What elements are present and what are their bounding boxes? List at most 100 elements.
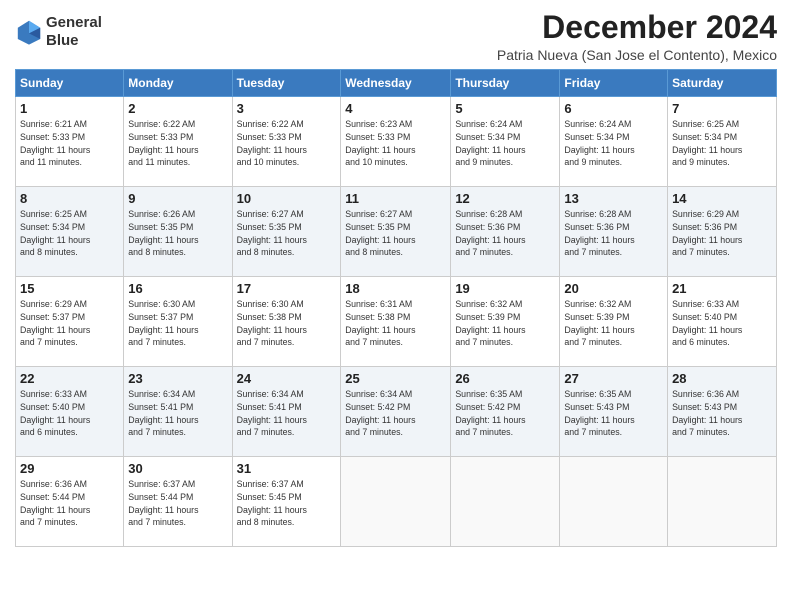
day-info: Sunrise: 6:32 AM Sunset: 5:39 PM Dayligh… xyxy=(455,298,555,349)
table-row: 20 Sunrise: 6:32 AM Sunset: 5:39 PM Dayli… xyxy=(560,277,668,367)
day-info: Sunrise: 6:29 AM Sunset: 5:37 PM Dayligh… xyxy=(20,298,119,349)
day-info: Sunrise: 6:28 AM Sunset: 5:36 PM Dayligh… xyxy=(564,208,663,259)
logo-line1: General xyxy=(46,14,102,32)
week-row-4: 22 Sunrise: 6:33 AM Sunset: 5:40 PM Dayli… xyxy=(16,367,777,457)
table-row xyxy=(341,457,451,547)
week-row-2: 8 Sunrise: 6:25 AM Sunset: 5:34 PM Daylig… xyxy=(16,187,777,277)
day-number: 31 xyxy=(237,461,337,476)
table-row: 27Sunrise: 6:35 AM Sunset: 5:43 PM Dayli… xyxy=(560,367,668,457)
day-number: 25 xyxy=(345,371,446,386)
calendar-header-row: Sunday Monday Tuesday Wednesday Thursday… xyxy=(16,70,777,97)
subtitle: Patria Nueva (San Jose el Contento), Mex… xyxy=(497,47,777,63)
day-info: Sunrise: 6:24 AM Sunset: 5:34 PM Dayligh… xyxy=(455,118,555,169)
day-number: 7 xyxy=(672,101,772,116)
day-number: 11 xyxy=(345,191,446,206)
week-row-3: 15 Sunrise: 6:29 AM Sunset: 5:37 PM Dayli… xyxy=(16,277,777,367)
table-row: 18 Sunrise: 6:31 AM Sunset: 5:38 PM Dayli… xyxy=(341,277,451,367)
day-number: 28 xyxy=(672,371,772,386)
table-row: 30Sunrise: 6:37 AM Sunset: 5:44 PM Dayli… xyxy=(124,457,232,547)
table-row: 31 Sunrise: 6:37 AM Sunset: 5:45 PM Dayli… xyxy=(232,457,341,547)
table-row xyxy=(560,457,668,547)
day-info: Sunrise: 6:36 AM Sunset: 5:44 PM Dayligh… xyxy=(20,478,119,529)
day-info: Sunrise: 6:33 AM Sunset: 5:40 PM Dayligh… xyxy=(20,388,119,439)
day-info: Sunrise: 6:26 AM Sunset: 5:35 PM Dayligh… xyxy=(128,208,227,259)
table-row: 22 Sunrise: 6:33 AM Sunset: 5:40 PM Dayli… xyxy=(16,367,124,457)
table-row: 11 Sunrise: 6:27 AM Sunset: 5:35 PM Dayli… xyxy=(341,187,451,277)
table-row: 12 Sunrise: 6:28 AM Sunset: 5:36 PM Dayli… xyxy=(451,187,560,277)
day-info: Sunrise: 6:29 AM Sunset: 5:36 PM Dayligh… xyxy=(672,208,772,259)
day-number: 16 xyxy=(128,281,227,296)
table-row: 5Sunrise: 6:24 AM Sunset: 5:34 PM Daylig… xyxy=(451,97,560,187)
day-info: Sunrise: 6:27 AM Sunset: 5:35 PM Dayligh… xyxy=(237,208,337,259)
day-info: Sunrise: 6:25 AM Sunset: 5:34 PM Dayligh… xyxy=(672,118,772,169)
table-row: 14 Sunrise: 6:29 AM Sunset: 5:36 PM Dayli… xyxy=(668,187,777,277)
col-thursday: Thursday xyxy=(451,70,560,97)
table-row: 17Sunrise: 6:30 AM Sunset: 5:38 PM Dayli… xyxy=(232,277,341,367)
month-title: December 2024 xyxy=(497,10,777,45)
day-info: Sunrise: 6:31 AM Sunset: 5:38 PM Dayligh… xyxy=(345,298,446,349)
day-number: 18 xyxy=(345,281,446,296)
table-row xyxy=(668,457,777,547)
day-number: 14 xyxy=(672,191,772,206)
col-wednesday: Wednesday xyxy=(341,70,451,97)
week-row-1: 1 Sunrise: 6:21 AM Sunset: 5:33 PM Daylig… xyxy=(16,97,777,187)
table-row: 1 Sunrise: 6:21 AM Sunset: 5:33 PM Daylig… xyxy=(16,97,124,187)
day-info: Sunrise: 6:37 AM Sunset: 5:44 PM Dayligh… xyxy=(128,478,227,529)
col-friday: Friday xyxy=(560,70,668,97)
table-row: 7 Sunrise: 6:25 AM Sunset: 5:34 PM Daylig… xyxy=(668,97,777,187)
day-info: Sunrise: 6:21 AM Sunset: 5:33 PM Dayligh… xyxy=(20,118,119,169)
day-number: 2 xyxy=(128,101,227,116)
col-tuesday: Tuesday xyxy=(232,70,341,97)
table-row: 8 Sunrise: 6:25 AM Sunset: 5:34 PM Daylig… xyxy=(16,187,124,277)
day-number: 1 xyxy=(20,101,119,116)
day-info: Sunrise: 6:32 AM Sunset: 5:39 PM Dayligh… xyxy=(564,298,663,349)
day-info: Sunrise: 6:37 AM Sunset: 5:45 PM Dayligh… xyxy=(237,478,337,529)
day-info: Sunrise: 6:36 AM Sunset: 5:43 PM Dayligh… xyxy=(672,388,772,439)
table-row: 19 Sunrise: 6:32 AM Sunset: 5:39 PM Dayli… xyxy=(451,277,560,367)
day-number: 20 xyxy=(564,281,663,296)
day-info: Sunrise: 6:35 AM Sunset: 5:43 PM Dayligh… xyxy=(564,388,663,439)
day-info: Sunrise: 6:27 AM Sunset: 5:35 PM Dayligh… xyxy=(345,208,446,259)
page: General Blue December 2024 Patria Nueva … xyxy=(0,0,792,612)
logo-line2: Blue xyxy=(46,32,102,50)
table-row: 25 Sunrise: 6:34 AM Sunset: 5:42 PM Dayli… xyxy=(341,367,451,457)
title-block: December 2024 Patria Nueva (San Jose el … xyxy=(497,10,777,63)
table-row: 9 Sunrise: 6:26 AM Sunset: 5:35 PM Daylig… xyxy=(124,187,232,277)
day-info: Sunrise: 6:30 AM Sunset: 5:37 PM Dayligh… xyxy=(128,298,227,349)
day-number: 26 xyxy=(455,371,555,386)
day-number: 15 xyxy=(20,281,119,296)
table-row: 6 Sunrise: 6:24 AM Sunset: 5:34 PM Daylig… xyxy=(560,97,668,187)
table-row: 29 Sunrise: 6:36 AM Sunset: 5:44 PM Dayli… xyxy=(16,457,124,547)
table-row: 10 Sunrise: 6:27 AM Sunset: 5:35 PM Dayli… xyxy=(232,187,341,277)
day-info: Sunrise: 6:34 AM Sunset: 5:42 PM Dayligh… xyxy=(345,388,446,439)
day-info: Sunrise: 6:28 AM Sunset: 5:36 PM Dayligh… xyxy=(455,208,555,259)
day-info: Sunrise: 6:23 AM Sunset: 5:33 PM Dayligh… xyxy=(345,118,446,169)
day-info: Sunrise: 6:24 AM Sunset: 5:34 PM Dayligh… xyxy=(564,118,663,169)
table-row: 23Sunrise: 6:34 AM Sunset: 5:41 PM Dayli… xyxy=(124,367,232,457)
table-row xyxy=(451,457,560,547)
calendar-table: Sunday Monday Tuesday Wednesday Thursday… xyxy=(15,69,777,547)
day-number: 21 xyxy=(672,281,772,296)
logo-icon xyxy=(15,18,43,46)
day-info: Sunrise: 6:33 AM Sunset: 5:40 PM Dayligh… xyxy=(672,298,772,349)
day-info: Sunrise: 6:34 AM Sunset: 5:41 PM Dayligh… xyxy=(237,388,337,439)
col-saturday: Saturday xyxy=(668,70,777,97)
table-row: 16 Sunrise: 6:30 AM Sunset: 5:37 PM Dayli… xyxy=(124,277,232,367)
day-number: 17 xyxy=(237,281,337,296)
logo-text: General Blue xyxy=(46,14,102,50)
day-number: 9 xyxy=(128,191,227,206)
table-row: 4Sunrise: 6:23 AM Sunset: 5:33 PM Daylig… xyxy=(341,97,451,187)
logo: General Blue xyxy=(15,14,102,50)
day-number: 6 xyxy=(564,101,663,116)
day-number: 10 xyxy=(237,191,337,206)
day-number: 12 xyxy=(455,191,555,206)
day-number: 22 xyxy=(20,371,119,386)
day-info: Sunrise: 6:25 AM Sunset: 5:34 PM Dayligh… xyxy=(20,208,119,259)
day-number: 8 xyxy=(20,191,119,206)
table-row: 24 Sunrise: 6:34 AM Sunset: 5:41 PM Dayli… xyxy=(232,367,341,457)
col-sunday: Sunday xyxy=(16,70,124,97)
table-row: 28 Sunrise: 6:36 AM Sunset: 5:43 PM Dayli… xyxy=(668,367,777,457)
day-number: 29 xyxy=(20,461,119,476)
day-number: 19 xyxy=(455,281,555,296)
day-number: 24 xyxy=(237,371,337,386)
